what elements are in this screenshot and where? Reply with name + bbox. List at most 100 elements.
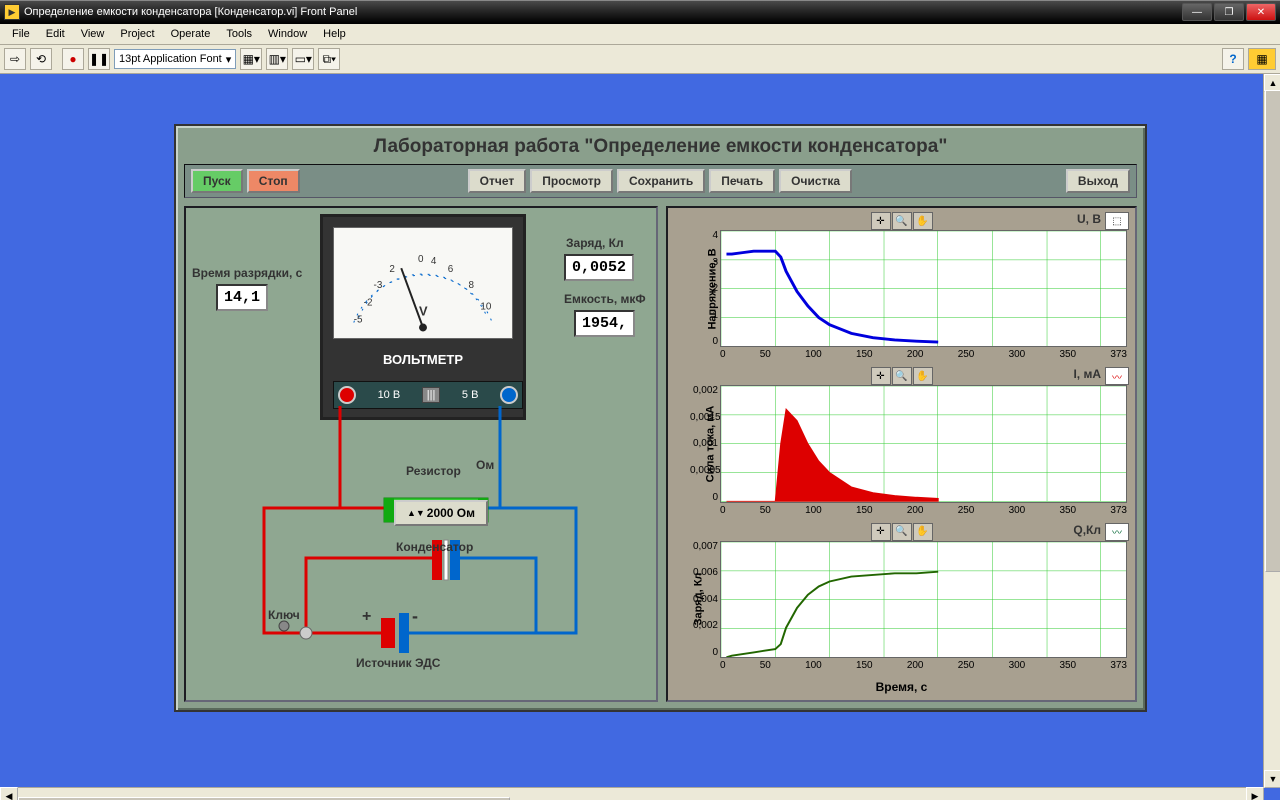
maximize-button[interactable]: ❐ — [1214, 3, 1244, 21]
chart-tool-zoom[interactable]: 🔍 — [892, 523, 912, 541]
print-button[interactable]: Печать — [709, 169, 775, 193]
terminal-red-icon — [338, 386, 356, 404]
capacitor-label: Конденсатор — [396, 540, 473, 554]
run-button[interactable]: ⇨ — [4, 48, 26, 70]
menu-edit[interactable]: Edit — [38, 26, 73, 42]
chart-i-plotopt[interactable]: 〰 — [1105, 367, 1129, 385]
source-label: Источник ЭДС — [356, 656, 440, 670]
front-panel-canvas: Лабораторная работа "Определение емкости… — [0, 74, 1280, 800]
distribute-button[interactable]: ▥▾ — [266, 48, 288, 70]
chart-tool-pan[interactable]: ✋ — [913, 367, 933, 385]
menu-help[interactable]: Help — [315, 26, 354, 42]
labview-icon: ▶ — [4, 4, 20, 20]
svg-text:6: 6 — [448, 264, 454, 275]
button-row: Пуск Стоп Отчет Просмотр Сохранить Печат… — [184, 164, 1137, 198]
start-button[interactable]: Пуск — [191, 169, 243, 193]
chart-charge: ✛ 🔍 ✋ Q,Кл 〰 Заряд, Кл 00,0020,0040,0060… — [672, 523, 1131, 676]
cap-label: Емкость, мкФ — [564, 292, 646, 306]
voltmeter-range-switch[interactable]: ||| — [422, 387, 441, 403]
scroll-down-icon[interactable]: ▼ — [1264, 770, 1280, 788]
voltmeter: -5 -3 -2 2 0 4 6 8 10 V — [320, 214, 526, 420]
help-button[interactable]: ? — [1222, 48, 1244, 70]
window-title: Определение емкости конденсатора [Конден… — [24, 6, 357, 18]
resistor-value[interactable]: ▲▼2000 Ом — [394, 500, 488, 526]
svg-text:8: 8 — [468, 280, 474, 291]
plus-label: + — [362, 608, 371, 626]
toolbar: ⇨ ⟲ ● ❚❚ 13pt Application Font▾ ▦▾ ▥▾ ▭▾… — [0, 45, 1280, 74]
menu-tools[interactable]: Tools — [218, 26, 260, 42]
chart-tool-crosshair[interactable]: ✛ — [871, 212, 891, 230]
font-selector[interactable]: 13pt Application Font▾ — [114, 49, 236, 69]
chart-i-yticks: 00,00050,0010,00150,002 — [690, 385, 718, 502]
switch-toggle[interactable] — [294, 626, 310, 638]
menu-view[interactable]: View — [73, 26, 113, 42]
time-label: Время разрядки, с — [192, 266, 302, 280]
main-panel: Лабораторная работа "Определение емкости… — [174, 124, 1147, 712]
chart-tool-pan[interactable]: ✋ — [913, 523, 933, 541]
minus-label: - — [412, 606, 418, 627]
chart-current: ✛ 🔍 ✋ I, мА 〰 Сила тока, мА 00,00050,001… — [672, 367, 1131, 520]
charge-label: Заряд, Кл — [566, 236, 624, 250]
chart-tool-crosshair[interactable]: ✛ — [871, 367, 891, 385]
resize-button[interactable]: ▭▾ — [292, 48, 314, 70]
scroll-right-icon[interactable]: ▶ — [1246, 787, 1264, 800]
menubar: File Edit View Project Operate Tools Win… — [0, 24, 1280, 45]
svg-text:V: V — [419, 304, 428, 319]
chart-q-plotopt[interactable]: 〰 — [1105, 523, 1129, 541]
chart-i-plot[interactable] — [720, 385, 1127, 502]
chart-tool-pan[interactable]: ✋ — [913, 212, 933, 230]
switch-label: Ключ — [268, 608, 300, 622]
clear-button[interactable]: Очистка — [779, 169, 852, 193]
chart-u-legend: U, В — [1077, 212, 1101, 226]
scrollbar-vertical[interactable]: ▲ ▼ — [1263, 74, 1280, 788]
chart-q-legend: Q,Кл — [1073, 523, 1101, 537]
menu-file[interactable]: File — [4, 26, 38, 42]
chart-tool-zoom[interactable]: 🔍 — [892, 212, 912, 230]
pause-button[interactable]: ❚❚ — [88, 48, 110, 70]
charts-xlabel: Время, с — [672, 678, 1131, 696]
menu-window[interactable]: Window — [260, 26, 315, 42]
minimize-button[interactable]: — — [1182, 3, 1212, 21]
titlebar: ▶ Определение емкости конденсатора [Конд… — [0, 0, 1280, 24]
time-value: 14,1 — [216, 284, 268, 311]
chart-u-plotopt[interactable]: ⬚ — [1105, 212, 1129, 230]
terminal-blue-icon — [500, 386, 518, 404]
diagram-icon[interactable]: ▦ — [1248, 48, 1276, 70]
resistor-label: Резистор — [406, 464, 461, 478]
svg-text:10: 10 — [480, 302, 491, 313]
svg-text:-3: -3 — [374, 280, 383, 291]
chart-voltage: ✛ 🔍 ✋ U, В ⬚ Напряжение, В 01234 — [672, 212, 1131, 365]
svg-text:0: 0 — [418, 254, 424, 265]
charts-panel: ✛ 🔍 ✋ U, В ⬚ Напряжение, В 01234 — [666, 206, 1137, 702]
scrollbar-horizontal[interactable]: ◀ ▶ — [0, 787, 1264, 800]
menu-project[interactable]: Project — [112, 26, 162, 42]
align-button[interactable]: ▦▾ — [240, 48, 262, 70]
chart-u-plot[interactable] — [720, 230, 1127, 347]
abort-button[interactable]: ● — [62, 48, 84, 70]
reorder-button[interactable]: ⧉▾ — [318, 48, 340, 70]
resistor-unit: Ом — [476, 458, 494, 472]
voltmeter-dial: -5 -3 -2 2 0 4 6 8 10 V — [333, 227, 513, 339]
svg-text:4: 4 — [431, 256, 437, 267]
chart-tool-zoom[interactable]: 🔍 — [892, 367, 912, 385]
report-button[interactable]: Отчет — [468, 169, 527, 193]
charge-value: 0,0052 — [564, 254, 634, 281]
svg-text:-2: -2 — [364, 298, 373, 309]
svg-text:-5: -5 — [354, 315, 363, 326]
preview-button[interactable]: Просмотр — [530, 169, 613, 193]
chart-q-plot[interactable] — [720, 541, 1127, 658]
menu-operate[interactable]: Operate — [163, 26, 219, 42]
voltmeter-label: ВОЛЬТМЕТР — [323, 352, 523, 367]
circuit-panel: Время разрядки, с 14,1 Заряд, Кл 0,0052 … — [184, 206, 658, 702]
save-button[interactable]: Сохранить — [617, 169, 705, 193]
dropdown-icon: ▾ — [226, 53, 232, 66]
close-button[interactable]: ✕ — [1246, 3, 1276, 21]
voltmeter-terminals: 10 В ||| 5 В — [333, 381, 523, 409]
cap-value: 1954, — [574, 310, 635, 337]
run-cont-button[interactable]: ⟲ — [30, 48, 52, 70]
stop-button[interactable]: Стоп — [247, 169, 300, 193]
scroll-thumb-v[interactable] — [1265, 90, 1280, 572]
scroll-left-icon[interactable]: ◀ — [0, 787, 18, 800]
chart-tool-crosshair[interactable]: ✛ — [871, 523, 891, 541]
exit-button[interactable]: Выход — [1066, 169, 1130, 193]
